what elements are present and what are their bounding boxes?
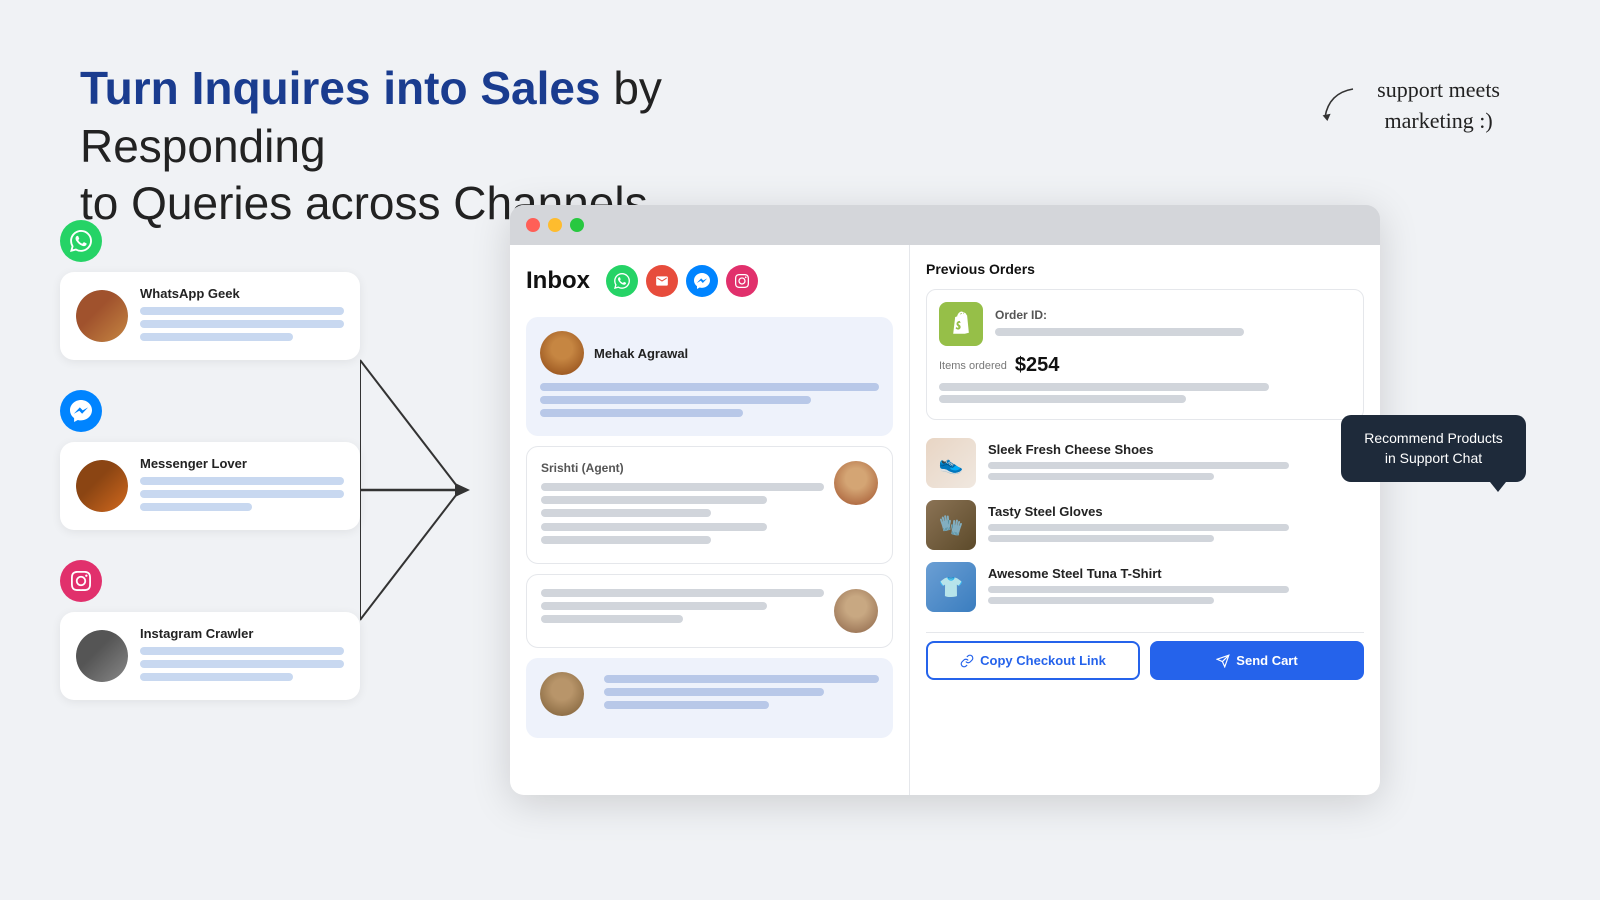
conversation-3[interactable] [526,574,893,648]
order-id-bar [995,328,1244,336]
messenger-name: Messenger Lover [140,456,344,471]
skeleton [140,320,344,328]
recommend-bubble: Recommend Products in Support Chat [1341,415,1526,482]
product-bar [988,524,1289,531]
send-cart-button[interactable]: Send Cart [1150,641,1364,680]
order-price: $254 [1015,354,1060,377]
product-name-2: Tasty Steel Gloves [988,504,1364,519]
skeleton [140,333,293,341]
skeleton [140,307,344,315]
messenger-card-content: Messenger Lover [140,456,344,516]
browser-maximize-dot [570,218,584,232]
messenger-group: Messenger Lover [60,390,360,530]
instagram-card-content: Instagram Crawler [140,626,344,686]
conversation-1[interactable]: Mehak Agrawal [526,317,893,436]
annotation: support meets marketing :) [1377,75,1500,137]
agent-avatar [834,461,878,505]
inbox-messenger-icon [686,265,718,297]
copy-checkout-link-button[interactable]: Copy Checkout Link [926,641,1140,680]
whatsapp-icon [60,220,102,262]
inbox-title: Inbox [526,267,590,295]
whatsapp-avatar [76,290,128,342]
instagram-card: Instagram Crawler [60,612,360,700]
link-icon [960,654,974,668]
skeleton [140,477,344,485]
product-name-3: Awesome Steel Tuna T-Shirt [988,566,1364,581]
product-thumb-tshirt: 👕 [926,562,976,612]
hero-title-highlight: Turn Inquires into Sales [80,62,601,114]
browser-close-dot [526,218,540,232]
conv-lines-1 [540,383,879,417]
agent-avatar-3 [834,589,878,633]
annotation-arrow-icon [1307,85,1367,125]
instagram-avatar [76,630,128,682]
inbox-panel: Inbox [510,245,910,795]
previous-orders-title: Previous Orders [926,261,1364,277]
messenger-avatar [76,460,128,512]
instagram-group: Instagram Crawler [60,560,360,700]
product-info-3: Awesome Steel Tuna T-Shirt [988,566,1364,608]
conv-name-mehak: Mehak Agrawal [594,346,688,361]
right-panel: Previous Orders Order ID: Items ordered … [910,245,1380,795]
product-item-3: 👕 Awesome Steel Tuna T-Shirt [926,562,1364,612]
skeleton [140,490,344,498]
items-ordered-label: Items ordered [939,360,1007,372]
copy-link-label: Copy Checkout Link [980,653,1106,668]
whatsapp-card: WhatsApp Geek [60,272,360,360]
product-bar [988,586,1289,593]
product-thumb-gloves: 🧤 [926,500,976,550]
order-card: Order ID: Items ordered $254 [926,289,1364,420]
product-name-1: Sleek Fresh Cheese Shoes [988,442,1364,457]
send-icon [1216,654,1230,668]
product-bar [988,535,1214,542]
browser-body: Inbox [510,245,1380,795]
conv-avatar-4 [540,672,584,716]
agent-lines: Srishti (Agent) [541,461,824,549]
messenger-icon [60,390,102,432]
inbox-email-icon [646,265,678,297]
product-bar [988,597,1214,604]
skeleton [140,647,344,655]
order-details: Order ID: [995,308,1351,340]
recommend-text: Recommend Products in Support Chat [1364,430,1503,466]
product-thumb-shoes: 👟 [926,438,976,488]
browser-minimize-dot [548,218,562,232]
product-info-2: Tasty Steel Gloves [988,504,1364,546]
order-id-label: Order ID: [995,308,1351,322]
inbox-instagram-icon [726,265,758,297]
send-cart-label: Send Cart [1236,653,1297,668]
action-buttons: Copy Checkout Link Send Cart [926,632,1364,680]
inbox-header: Inbox [526,265,893,297]
browser-window: Inbox [510,205,1380,795]
products-section: 👟 Sleek Fresh Cheese Shoes 🧤 Tasty Steel… [926,438,1364,624]
annotation-line2: marketing :) [1385,108,1493,133]
whatsapp-group: WhatsApp Geek [60,220,360,360]
order-bar [939,395,1186,403]
product-bar [988,462,1289,469]
browser-titlebar [510,205,1380,245]
whatsapp-name: WhatsApp Geek [140,286,344,301]
inbox-whatsapp-icon [606,265,638,297]
order-bar [939,383,1269,391]
conv-avatar-mehak [540,331,584,375]
conversation-2[interactable]: Srishti (Agent) [526,446,893,564]
conversation-4[interactable] [526,658,893,738]
agent-lines-3 [541,589,824,633]
messenger-card: Messenger Lover [60,442,360,530]
channel-list: WhatsApp Geek Messenger Lover [60,220,360,700]
instagram-icon [60,560,102,602]
product-info-1: Sleek Fresh Cheese Shoes [988,442,1364,484]
annotation-line1: support meets [1377,77,1500,102]
inbox-channel-icons [606,265,758,297]
skeleton [140,673,293,681]
product-item-1: 👟 Sleek Fresh Cheese Shoes [926,438,1364,488]
agent-name: Srishti (Agent) [541,461,824,475]
skeleton [140,503,252,511]
instagram-name: Instagram Crawler [140,626,344,641]
skeleton [140,660,344,668]
product-item-2: 🧤 Tasty Steel Gloves [926,500,1364,550]
shopify-icon [939,302,983,346]
product-bar [988,473,1214,480]
whatsapp-card-content: WhatsApp Geek [140,286,344,346]
